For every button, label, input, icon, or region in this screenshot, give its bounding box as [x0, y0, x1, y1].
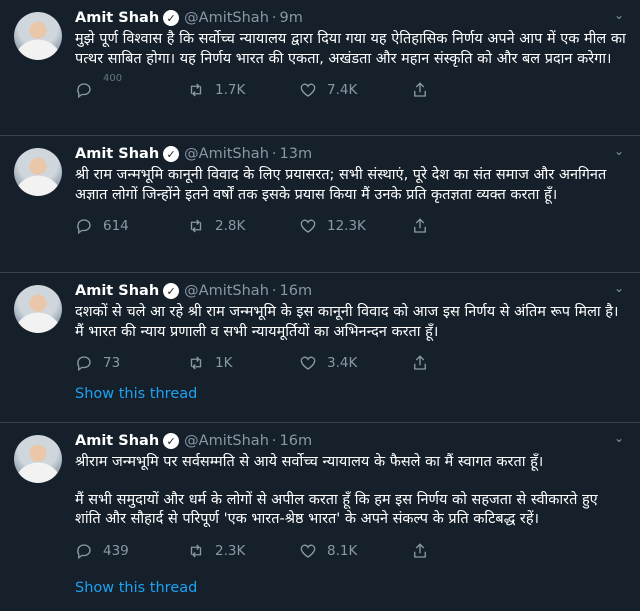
reply-button[interactable]: 439 — [75, 542, 187, 560]
share-button[interactable] — [411, 354, 523, 372]
share-button[interactable] — [411, 81, 523, 99]
reply-count: 439 — [103, 542, 129, 559]
tweet-actions: 614 2.8K 12.3K — [75, 209, 626, 243]
author-handle[interactable]: @AmitShah — [184, 10, 269, 26]
tweet-paragraph: मैं सभी समुदायों और धर्म के लोगों से अपी… — [75, 491, 598, 528]
retweet-count: 2.8K — [215, 218, 246, 234]
verified-badge-icon: ✓ — [163, 146, 180, 162]
share-icon — [414, 542, 426, 558]
tweet-actions: 400 1.7K 7.4K — [75, 73, 626, 107]
avatar[interactable] — [14, 285, 62, 333]
tweet-time[interactable]: 16m — [280, 283, 313, 299]
avatar[interactable] — [14, 435, 62, 483]
tweet-paragraph: श्रीराम जन्मभूमि पर सर्वसम्मति से आये सर… — [75, 454, 544, 470]
author-name[interactable]: Amit Shah — [75, 146, 159, 162]
like-button[interactable]: 8.1K — [299, 542, 411, 560]
verified-badge-icon: ✓ — [163, 283, 180, 299]
reply-icon — [77, 219, 91, 235]
like-count: 8.1K — [327, 542, 358, 559]
reply-button[interactable]: 614 — [75, 217, 187, 235]
tweet[interactable]: ⌄ Amit Shah ✓ @AmitShah · 13m श्री राम ज… — [0, 136, 640, 273]
retweet-button[interactable]: 1K — [187, 354, 299, 372]
tweet-paragraph: श्री राम जन्मभूमि कानूनी विवाद के लिए प्… — [75, 167, 607, 203]
tweet-time[interactable]: 13m — [280, 146, 313, 162]
share-button[interactable] — [411, 217, 523, 235]
author-name[interactable]: Amit Shah — [75, 10, 159, 26]
share-button[interactable] — [411, 542, 523, 560]
author-name[interactable]: Amit Shah — [75, 283, 159, 299]
verified-badge-icon: ✓ — [163, 433, 180, 449]
like-icon — [300, 83, 316, 97]
show-thread-link[interactable]: Show this thread — [75, 382, 626, 406]
tweet-header: Amit Shah ✓ @AmitShah · 16m — [75, 281, 626, 301]
retweet-icon — [190, 219, 202, 233]
retweet-icon — [190, 83, 202, 97]
reply-button[interactable]: 400 — [75, 73, 187, 99]
separator-dot: · — [271, 283, 277, 299]
tweet-time[interactable]: 9m — [280, 10, 303, 26]
like-count: 3.4K — [327, 355, 358, 371]
reply-count: 73 — [103, 355, 121, 371]
retweet-icon — [190, 356, 202, 370]
tweet-paragraph: मुझे पूर्ण विश्वास है कि सर्वोच्च न्याया… — [75, 31, 626, 67]
avatar[interactable] — [14, 12, 62, 60]
retweet-count: 1.7K — [215, 82, 246, 98]
like-count: 12.3K — [327, 218, 366, 234]
retweet-button[interactable]: 1.7K — [187, 81, 299, 99]
author-name[interactable]: Amit Shah — [75, 433, 159, 449]
tweet-actions: 439 2.3K 8.1K — [75, 534, 626, 568]
like-count: 7.4K — [327, 82, 358, 98]
share-icon — [414, 82, 426, 97]
show-thread-link[interactable]: Show this thread — [75, 576, 626, 600]
like-button[interactable]: 12.3K — [299, 217, 411, 235]
like-button[interactable]: 3.4K — [299, 354, 411, 372]
tweet-text: श्री राम जन्मभूमि कानूनी विवाद के लिए प्… — [75, 166, 627, 205]
chevron-down-icon[interactable]: ⌄ — [614, 432, 624, 444]
tweet-header: Amit Shah ✓ @AmitShah · 13m — [75, 144, 626, 164]
share-icon — [414, 218, 426, 233]
retweet-button[interactable]: 2.3K — [187, 542, 299, 560]
like-button[interactable]: 7.4K — [299, 81, 411, 99]
reply-icon — [77, 83, 91, 99]
author-handle[interactable]: @AmitShah — [184, 433, 269, 449]
retweet-count: 1K — [215, 355, 233, 371]
like-icon — [300, 356, 316, 370]
tweet-header: Amit Shah ✓ @AmitShah · 9m — [75, 8, 626, 28]
chevron-down-icon[interactable]: ⌄ — [614, 282, 624, 294]
tweet-text: दशकों से चले आ रहे श्री राम जन्मभूमि के … — [75, 303, 627, 342]
tweet[interactable]: ⌄ Amit Shah ✓ @AmitShah · 9m मुझे पूर्ण … — [0, 0, 640, 136]
author-handle[interactable]: @AmitShah — [184, 283, 269, 299]
tweet-text: मुझे पूर्ण विश्वास है कि सर्वोच्च न्याया… — [75, 30, 627, 69]
like-icon — [300, 544, 316, 558]
share-icon — [414, 355, 426, 370]
tweet-text: श्रीराम जन्मभूमि पर सर्वसम्मति से आये सर… — [75, 453, 627, 530]
like-icon — [300, 219, 316, 233]
retweet-icon — [190, 544, 202, 557]
avatar[interactable] — [14, 148, 62, 196]
chevron-down-icon[interactable]: ⌄ — [614, 145, 624, 157]
reply-icon — [77, 356, 91, 372]
reply-count: 614 — [103, 218, 129, 234]
tweet[interactable]: ⌄ Amit Shah ✓ @AmitShah · 16m दशकों से च… — [0, 273, 640, 423]
tweet-actions: 73 1K 3.4K — [75, 346, 626, 380]
tweet-paragraph: दशकों से चले आ रहे श्री राम जन्मभूमि के … — [75, 304, 619, 340]
separator-dot: · — [271, 10, 277, 26]
tweet-header: Amit Shah ✓ @AmitShah · 16m — [75, 431, 626, 451]
reply-button[interactable]: 73 — [75, 354, 187, 372]
chevron-down-icon[interactable]: ⌄ — [614, 9, 624, 21]
separator-dot: · — [271, 433, 277, 449]
author-handle[interactable]: @AmitShah — [184, 146, 269, 162]
verified-badge-icon: ✓ — [163, 10, 180, 26]
retweet-count: 2.3K — [215, 542, 246, 559]
timeline-feed: ⌄ Amit Shah ✓ @AmitShah · 9m मुझे पूर्ण … — [0, 0, 640, 611]
reply-icon — [77, 543, 91, 559]
tweet[interactable]: ⌄ Amit Shah ✓ @AmitShah · 16m श्रीराम जन… — [0, 423, 640, 611]
tweet-time[interactable]: 16m — [280, 433, 313, 449]
reply-count: 400 — [103, 72, 123, 84]
retweet-button[interactable]: 2.8K — [187, 217, 299, 235]
separator-dot: · — [271, 146, 277, 162]
